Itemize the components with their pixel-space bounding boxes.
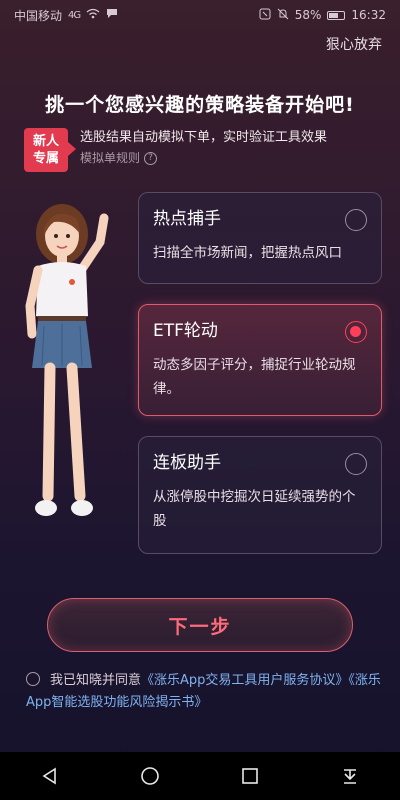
- home-icon[interactable]: [130, 756, 170, 796]
- battery-percent: 58%: [294, 8, 322, 22]
- strategy-title: 连板助手: [153, 453, 221, 473]
- system-nav-bar: [0, 752, 400, 800]
- mascot-illustration: [14, 196, 134, 556]
- strategy-desc: 从涨停股中挖掘次日延续强势的个股: [153, 489, 356, 529]
- notice-text: 选股结果自动模拟下单，实时验证工具效果: [80, 130, 328, 145]
- mute-icon: [277, 8, 289, 23]
- agreement-prefix: 我已知晓并同意: [50, 673, 142, 688]
- strategy-card-limit-up[interactable]: 连板助手 从涨停股中挖掘次日延续强势的个股: [138, 436, 382, 554]
- next-step-button[interactable]: 下一步: [47, 598, 353, 652]
- newcomer-notice: 新人 专属 选股结果自动模拟下单，实时验证工具效果 模拟单规则 ?: [24, 128, 376, 176]
- back-icon[interactable]: [30, 756, 70, 796]
- abandon-button[interactable]: 狠心放弃: [326, 34, 382, 54]
- page-title: 挑一个您感兴趣的策略装备开始吧!: [45, 94, 355, 116]
- strategy-desc: 扫描全市场新闻，把握热点风口: [153, 245, 342, 261]
- clock: 16:32: [351, 8, 386, 22]
- strategy-card-etf-rotation[interactable]: ETF轮动 动态多因子评分，捕捉行业轮动规律。: [138, 304, 382, 416]
- service-agreement-link[interactable]: 《涨乐App交易工具用户服务协议》: [141, 673, 348, 688]
- battery-icon: [327, 10, 346, 20]
- wifi-icon: [86, 8, 100, 22]
- question-icon[interactable]: ?: [144, 151, 158, 165]
- radio-icon[interactable]: [345, 209, 367, 231]
- carrier-label: 中国移动: [14, 8, 63, 23]
- newcomer-badge: 新人 专属: [24, 128, 76, 172]
- strategy-title: 热点捕手: [153, 209, 221, 229]
- simulation-rules-link[interactable]: 模拟单规则 ?: [80, 148, 327, 168]
- signal-icon: 4G: [68, 9, 81, 21]
- nfc-icon: [259, 8, 271, 23]
- radio-selected-icon[interactable]: [345, 321, 367, 343]
- strategy-title: ETF轮动: [153, 321, 218, 341]
- message-icon: [106, 8, 118, 22]
- strategy-card-hot-spot[interactable]: 热点捕手 扫描全市场新闻，把握热点风口: [138, 192, 382, 284]
- agreement-checkbox[interactable]: [26, 672, 40, 686]
- strategy-desc: 动态多因子评分，捕捉行业轮动规律。: [153, 357, 356, 397]
- notification-pull-icon[interactable]: [330, 756, 370, 796]
- status-bar: 中国移动 4G 58% 16:32: [0, 0, 400, 30]
- radio-icon[interactable]: [345, 453, 367, 475]
- agreement-section: 我已知晓并同意《涨乐App交易工具用户服务协议》《涨乐App智能选股功能风险揭示…: [26, 670, 382, 714]
- recents-icon[interactable]: [230, 756, 270, 796]
